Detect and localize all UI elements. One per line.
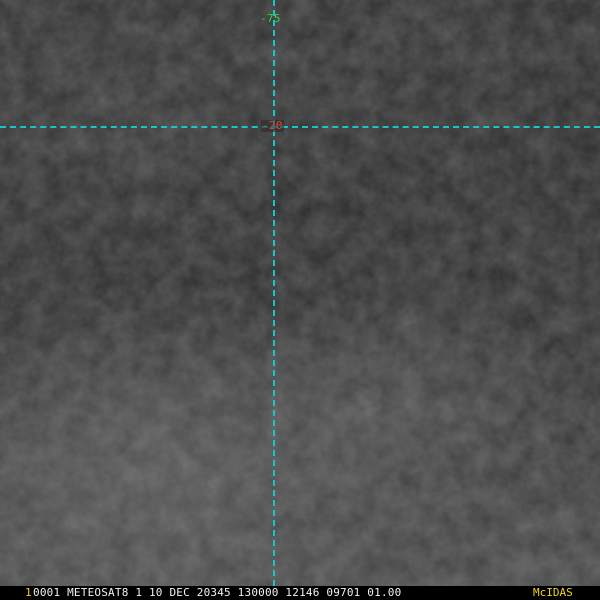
mcidas-brand-label: McIDAS xyxy=(533,586,573,599)
longitude-label: -75 xyxy=(260,12,281,25)
frame-number: 1 xyxy=(25,586,32,599)
status-bar: 1 0001 METEOSAT8 1 10 DEC 20345 130000 1… xyxy=(0,586,600,600)
satellite-image-view: -75 -20 xyxy=(0,0,600,586)
cloud-imagery xyxy=(0,0,600,586)
image-metadata-text: 0001 METEOSAT8 1 10 DEC 20345 130000 121… xyxy=(33,586,402,599)
latitude-label: -20 xyxy=(261,119,284,132)
